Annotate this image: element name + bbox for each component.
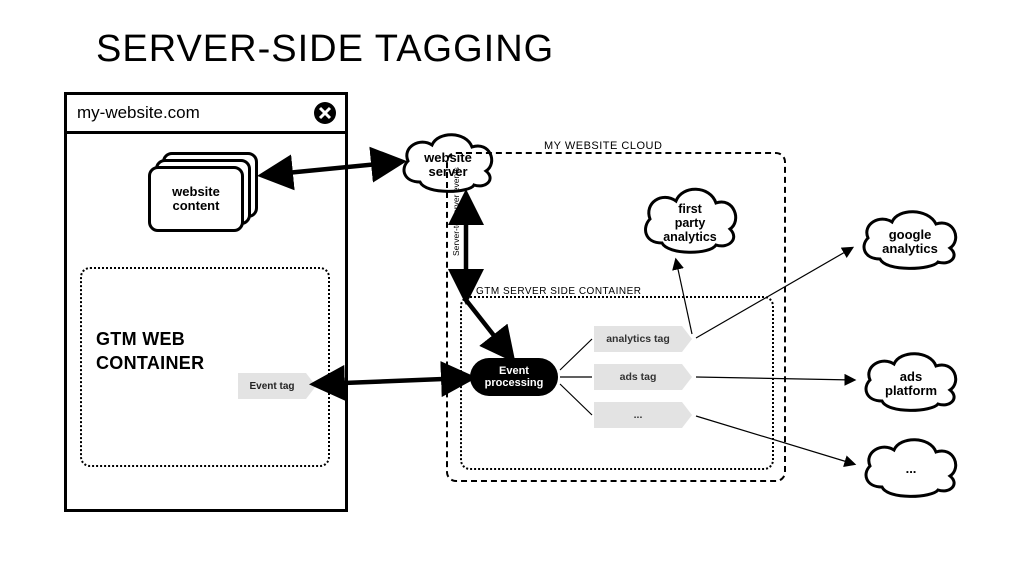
gtm-web-container-label: GTM WEB CONTAINER (96, 327, 204, 376)
website-content-card: website content (148, 152, 258, 228)
browser-url: my-website.com (77, 103, 200, 123)
my-website-cloud-label: MY WEBSITE CLOUD (544, 140, 662, 152)
gtm-web-container: GTM WEB CONTAINER Event tag (80, 267, 330, 467)
server-to-server-label: Server-to-server events (451, 167, 461, 256)
more-tag: ... (594, 402, 692, 428)
more-cloud: ... (858, 432, 964, 502)
browser-titlebar: my-website.com (67, 95, 345, 134)
event-processing-node: Event processing (470, 358, 558, 396)
analytics-tag: analytics tag (594, 326, 692, 352)
ads-platform-cloud: ads platform (858, 346, 964, 416)
first-party-analytics-cloud: first party analytics (638, 183, 742, 259)
google-analytics-cloud: google analytics (856, 204, 964, 274)
event-tag: Event tag (238, 373, 316, 399)
page-title: SERVER-SIDE TAGGING (96, 28, 554, 71)
ads-tag: ads tag (594, 364, 692, 390)
gtm-server-container-label: GTM SERVER SIDE CONTAINER (476, 286, 641, 297)
close-icon (313, 101, 337, 125)
